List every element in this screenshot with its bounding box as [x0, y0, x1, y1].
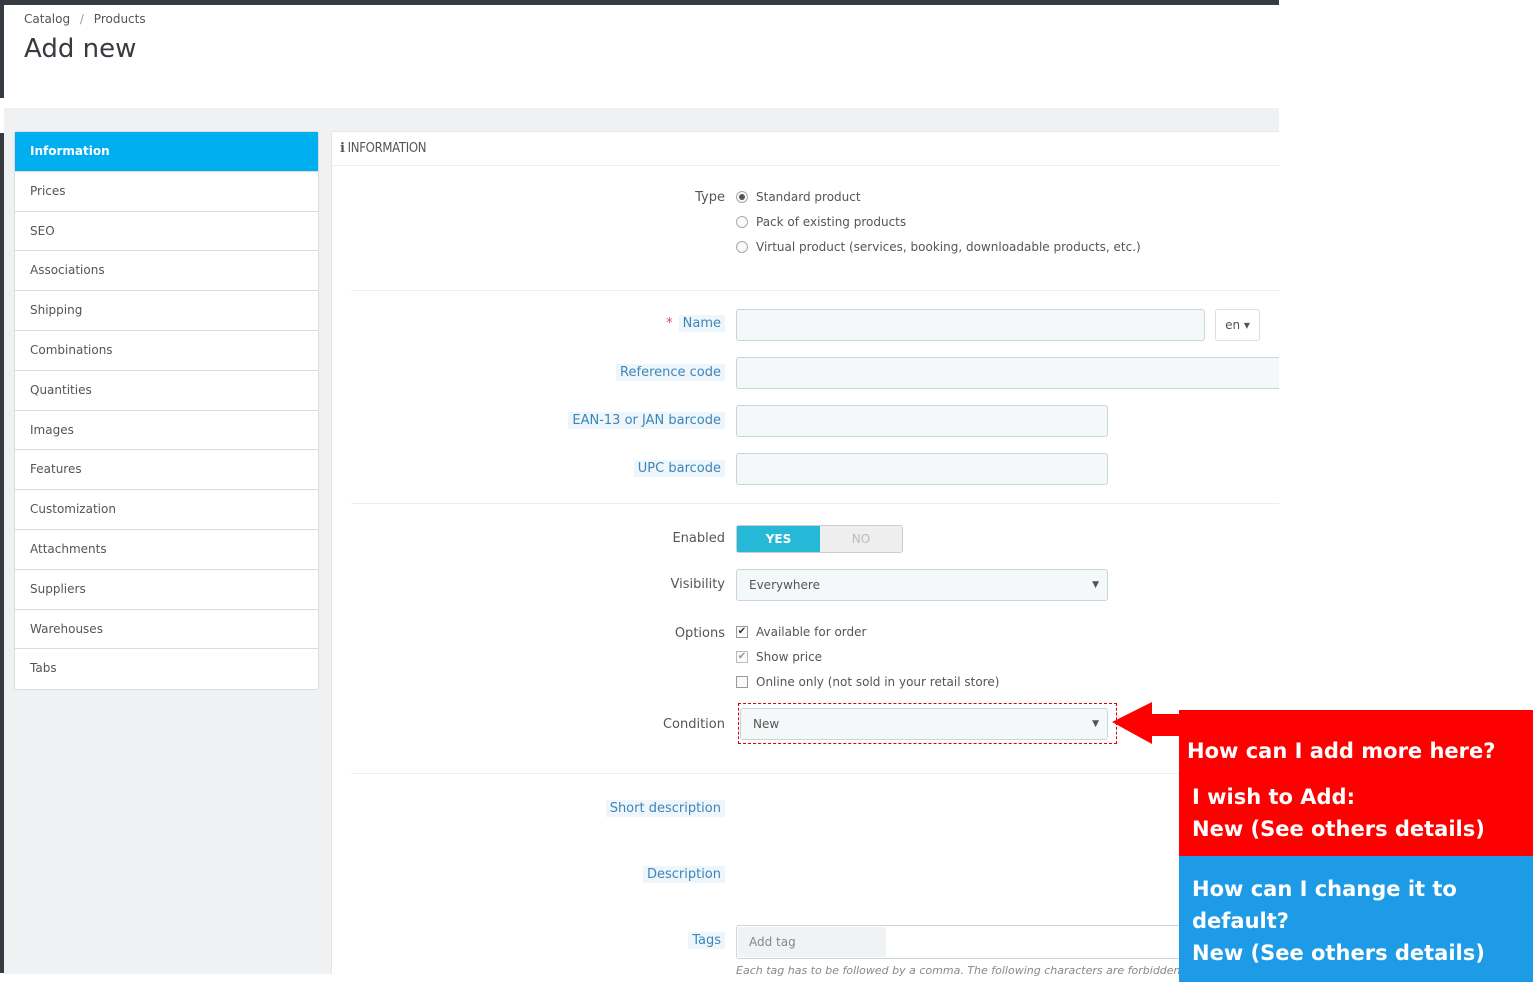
annotation-wish-title: I wish to Add: [1192, 785, 1355, 809]
checkbox-online-only[interactable] [736, 676, 748, 688]
radio-standard[interactable] [736, 191, 748, 203]
tags-input[interactable]: Add tag [736, 925, 1196, 959]
name-input[interactable] [736, 309, 1205, 341]
annotation-default-question: How can I change it to default? New (See… [1192, 873, 1485, 969]
option-available-for-order[interactable]: ✔ Available for order [736, 625, 866, 639]
radio-virtual-label: Virtual product (services, booking, down… [756, 240, 1141, 254]
type-option-virtual[interactable]: Virtual product (services, booking, down… [736, 240, 1141, 254]
caret-down-icon: ▾ [1243, 318, 1250, 332]
available-for-order-label: Available for order [756, 625, 867, 639]
page-title: Add new [24, 34, 137, 64]
dropdown-arrow-icon: ▼ [1092, 580, 1099, 590]
sidebar-item-images[interactable]: Images [15, 411, 318, 451]
add-tag-placeholder[interactable]: Add tag [738, 927, 886, 957]
divider [351, 773, 1179, 774]
checkbox-available-for-order[interactable]: ✔ [736, 626, 748, 638]
annotation-red-box: How can I add more here? I wish to Add: … [1179, 710, 1533, 856]
radio-pack[interactable] [736, 216, 748, 228]
condition-label: Condition [662, 717, 725, 732]
name-label: Name [678, 315, 725, 332]
sidebar-item-seo[interactable]: SEO [15, 212, 318, 252]
language-code: en [1225, 318, 1241, 332]
tags-help-text: Each tag has to be followed by a comma. … [736, 964, 1181, 977]
language-dropdown[interactable]: en ▾ [1215, 309, 1260, 341]
option-show-price[interactable]: ✔ Show price [736, 650, 822, 664]
ean-input[interactable] [736, 405, 1108, 437]
type-option-pack[interactable]: Pack of existing products [736, 215, 906, 229]
sidebar-item-customization[interactable]: Customization [15, 490, 318, 530]
upc-input[interactable] [736, 453, 1108, 485]
breadcrumb-separator: / [79, 12, 84, 26]
sidebar-item-prices[interactable]: Prices [15, 172, 318, 212]
sidebar-item-shipping[interactable]: Shipping [15, 291, 318, 331]
radio-pack-label: Pack of existing products [756, 215, 907, 229]
tags-label: Tags [688, 932, 725, 949]
annotation-blue-box: How can I change it to default? New (See… [1179, 856, 1533, 982]
short-description-label: Short description [605, 800, 725, 817]
type-label: Type [695, 190, 725, 205]
checkbox-show-price[interactable]: ✔ [736, 651, 748, 663]
breadcrumb-products[interactable]: Products [94, 12, 146, 26]
annotation-blue-line1: How can I change it to [1192, 877, 1457, 901]
reference-code-input[interactable] [736, 357, 1279, 389]
sidebar-item-associations[interactable]: Associations [15, 251, 318, 292]
panel-title: INFORMATION [347, 141, 427, 156]
sidebar-item-warehouses[interactable]: Warehouses [15, 610, 318, 650]
ean-label: EAN-13 or JAN barcode [568, 412, 725, 429]
enabled-switch[interactable]: YES NO [736, 525, 903, 553]
options-label: Options [674, 626, 725, 641]
sidebar-item-quantities[interactable]: Quantities [15, 371, 318, 411]
enabled-no[interactable]: NO [820, 526, 902, 552]
annotation-question: How can I add more here? [1187, 739, 1496, 763]
product-tabs-sidebar: Information Prices SEO Associations Ship… [14, 131, 319, 691]
online-only-label: Online only (not sold in your retail sto… [756, 675, 1000, 689]
annotation-blue-line3: New (See others details) [1192, 941, 1485, 965]
required-asterisk: * [666, 316, 673, 331]
enabled-yes[interactable]: YES [737, 526, 820, 552]
visibility-select[interactable]: Everywhere ▼ [736, 569, 1108, 601]
red-arrow-icon [1112, 702, 1190, 744]
sidebar-item-information[interactable]: Information [15, 132, 318, 172]
left-edge [0, 0, 4, 98]
divider [351, 503, 1279, 504]
sidebar-item-suppliers[interactable]: Suppliers [15, 570, 318, 610]
annotation-wish: I wish to Add: New (See others details) [1192, 781, 1485, 845]
type-option-standard[interactable]: Standard product [736, 190, 861, 204]
reference-code-label: Reference code [616, 364, 725, 381]
annotation-blue-line2: default? [1192, 909, 1289, 933]
sidebar-item-features[interactable]: Features [15, 450, 318, 491]
highlight-dashed-box [738, 703, 1117, 744]
annotation-wish-value: New (See others details) [1192, 817, 1485, 841]
breadcrumb: Catalog / Products [24, 12, 146, 26]
sidebar-item-attachments[interactable]: Attachments [15, 530, 318, 570]
upc-label: UPC barcode [633, 460, 725, 477]
sidebar-item-tabs[interactable]: Tabs [15, 649, 318, 689]
info-icon: i [340, 141, 345, 156]
sidebar-item-combinations[interactable]: Combinations [15, 331, 318, 371]
breadcrumb-catalog[interactable]: Catalog [24, 12, 70, 26]
enabled-label: Enabled [672, 531, 725, 546]
visibility-value: Everywhere [749, 578, 820, 592]
option-online-only[interactable]: Online only (not sold in your retail sto… [736, 675, 999, 689]
description-label: Description [642, 866, 725, 883]
radio-standard-label: Standard product [756, 190, 861, 204]
visibility-label: Visibility [670, 577, 725, 592]
radio-virtual[interactable] [736, 241, 748, 253]
show-price-label: Show price [756, 650, 823, 664]
top-bar [0, 0, 1279, 5]
panel-heading: i INFORMATION [332, 132, 1279, 166]
name-label-wrap: * Name [666, 315, 725, 332]
divider [351, 290, 1279, 291]
